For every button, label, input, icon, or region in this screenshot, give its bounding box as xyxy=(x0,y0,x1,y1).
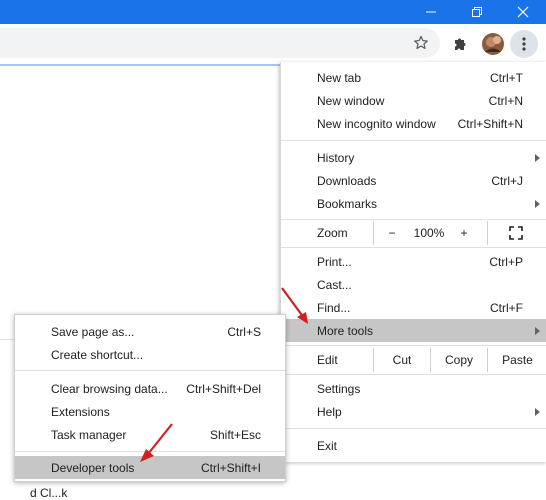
menu-item-history[interactable]: History xyxy=(281,146,546,169)
browser-toolbar xyxy=(0,24,546,64)
menu-item-label: New incognito window xyxy=(317,116,436,131)
address-bar[interactable] xyxy=(0,28,440,58)
zoom-out-button[interactable]: − xyxy=(381,221,403,245)
menu-item-label: New tab xyxy=(317,70,362,85)
menu-item-print[interactable]: Print... Ctrl+P xyxy=(281,250,546,273)
menu-item-new-window[interactable]: New window Ctrl+N xyxy=(281,89,546,112)
menu-item-shortcut: Ctrl+Shift+N xyxy=(457,116,523,131)
menu-item-label: More tools xyxy=(317,323,374,338)
fullscreen-button[interactable] xyxy=(501,221,531,245)
menu-item-find[interactable]: Find... Ctrl+F xyxy=(281,296,546,319)
submenu-arrow-icon xyxy=(535,153,540,162)
menu-item-more-tools[interactable]: More tools xyxy=(281,319,546,342)
avatar xyxy=(482,33,504,55)
fullscreen-icon xyxy=(509,226,523,240)
submenu-arrow-icon xyxy=(535,199,540,208)
menu-item-label: Extensions xyxy=(51,404,110,419)
menu-item-label: Print... xyxy=(317,254,352,269)
menu-item-label: Task manager xyxy=(51,427,127,442)
menu-item-label: Clear browsing data... xyxy=(51,381,168,396)
menu-item-bookmarks[interactable]: Bookmarks xyxy=(281,192,546,215)
submenu-item-save-page[interactable]: Save page as... Ctrl+S xyxy=(15,320,285,343)
zoom-in-button[interactable]: + xyxy=(453,221,475,245)
zoom-label: Zoom xyxy=(317,226,348,240)
extensions-puzzle-icon xyxy=(455,38,466,50)
extensions-button[interactable] xyxy=(447,30,475,58)
menu-separator xyxy=(281,247,546,248)
zoom-divider xyxy=(487,221,488,245)
three-dot-menu-icon xyxy=(522,37,526,51)
menu-item-label: Find... xyxy=(317,300,351,315)
menu-separator xyxy=(281,140,546,141)
menu-item-help[interactable]: Help xyxy=(281,400,546,423)
menu-item-shortcut: Ctrl+Shift+I xyxy=(200,460,261,475)
minimize-icon xyxy=(426,11,436,13)
menu-item-cast[interactable]: Cast... xyxy=(281,273,546,296)
menu-separator xyxy=(15,370,285,371)
menu-item-label: History xyxy=(317,150,355,165)
menu-item-shortcut: Ctrl+J xyxy=(491,173,523,188)
menu-item-shortcut: Ctrl+T xyxy=(490,70,523,85)
menu-item-label: Help xyxy=(317,404,342,419)
menu-item-label: Exit xyxy=(317,438,338,453)
menu-item-shortcut: Ctrl+S xyxy=(227,324,261,339)
menu-separator xyxy=(281,374,546,375)
menu-item-label: New window xyxy=(317,93,385,108)
menu-item-shortcut: Ctrl+F xyxy=(490,300,523,315)
minimize-button[interactable] xyxy=(408,0,454,24)
bookmark-star-icon xyxy=(414,35,428,50)
menu-item-label: Save page as... xyxy=(51,324,135,339)
submenu-item-clear-browsing-data[interactable]: Clear browsing data... Ctrl+Shift+Del xyxy=(15,377,285,400)
page-partial-text: d Cl...k xyxy=(30,486,68,500)
close-button[interactable] xyxy=(500,0,546,24)
chrome-menu-button[interactable] xyxy=(510,30,538,58)
submenu-arrow-icon xyxy=(535,326,540,335)
menu-item-new-incognito-window[interactable]: New incognito window Ctrl+Shift+N xyxy=(281,112,546,135)
menu-item-shortcut: Shift+Esc xyxy=(209,427,261,442)
restore-icon xyxy=(472,7,482,17)
edit-label: Edit xyxy=(317,353,338,367)
submenu-arrow-icon xyxy=(535,407,540,416)
menu-item-label: Cast... xyxy=(317,277,352,292)
menu-item-label: Downloads xyxy=(317,173,377,188)
bookmark-star-button[interactable] xyxy=(407,29,435,57)
menu-item-label: Settings xyxy=(317,381,361,396)
menu-item-new-tab[interactable]: New tab Ctrl+T xyxy=(281,66,546,89)
menu-item-exit[interactable]: Exit xyxy=(281,434,546,457)
menu-item-shortcut: Ctrl+P xyxy=(489,254,523,269)
menu-item-settings[interactable]: Settings xyxy=(281,377,546,400)
zoom-level: 100% xyxy=(413,226,445,240)
menu-separator xyxy=(281,428,546,429)
chrome-main-menu: New tab Ctrl+T New window Ctrl+N New inc… xyxy=(280,62,546,462)
menu-item-label: Create shortcut... xyxy=(51,347,144,362)
menu-item-label: Developer tools xyxy=(51,460,135,475)
zoom-divider xyxy=(373,221,374,245)
menu-edit-row: Edit Cut Copy Paste xyxy=(281,348,546,372)
restore-button[interactable] xyxy=(454,0,500,24)
profile-button[interactable] xyxy=(479,30,507,58)
submenu-item-create-shortcut[interactable]: Create shortcut... xyxy=(15,343,285,366)
menu-item-downloads[interactable]: Downloads Ctrl+J xyxy=(281,169,546,192)
menu-separator xyxy=(281,345,546,346)
menu-zoom-row: Zoom − 100% + xyxy=(281,221,546,245)
title-bar xyxy=(0,0,546,24)
menu-separator xyxy=(281,219,546,220)
close-icon xyxy=(517,6,529,18)
annotation-arrow-more-tools xyxy=(281,287,308,324)
menu-item-shortcut: Ctrl+N xyxy=(488,93,523,108)
annotation-arrow-developer-tools xyxy=(140,423,173,462)
menu-item-shortcut: Ctrl+Shift+Del xyxy=(186,381,261,396)
copy-button[interactable]: Copy xyxy=(431,348,487,372)
paste-button[interactable]: Paste xyxy=(488,348,546,372)
menu-item-label: Bookmarks xyxy=(317,196,378,211)
cut-button[interactable]: Cut xyxy=(374,348,430,372)
